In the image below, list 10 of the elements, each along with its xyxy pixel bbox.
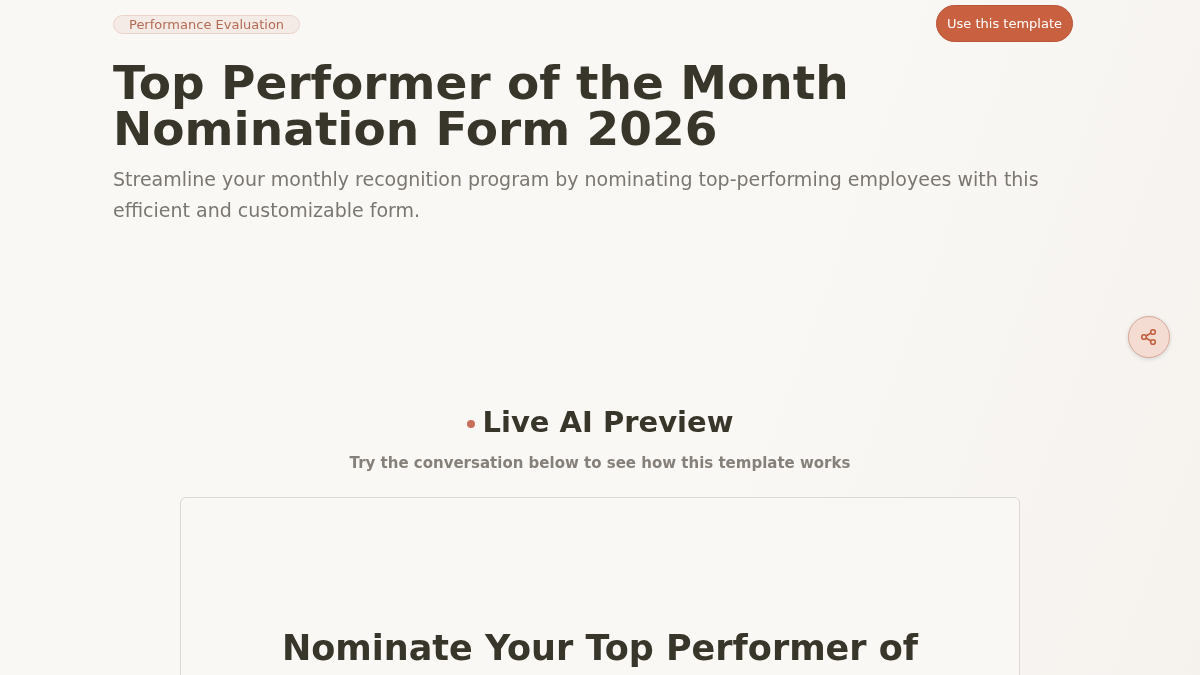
use-template-button[interactable]: Use this template: [936, 5, 1073, 42]
preview-subheading: Try the conversation below to see how this template works: [349, 454, 851, 472]
preview-heading: Live AI Preview: [482, 404, 734, 440]
page-description: Streamline your monthly recognition program by nominating top-performing employees with this efficient and customizable form.: [113, 167, 1040, 223]
form-title: Nominate Your Top Performer of: [281, 628, 919, 670]
share-button[interactable]: [1128, 316, 1170, 358]
page-title: Top Performer of the Month Nomination Form 2026: [113, 60, 850, 152]
share-icon: [1140, 328, 1158, 346]
status-dot: [466, 420, 475, 428]
category-tag: Performance Evaluation: [113, 15, 301, 34]
